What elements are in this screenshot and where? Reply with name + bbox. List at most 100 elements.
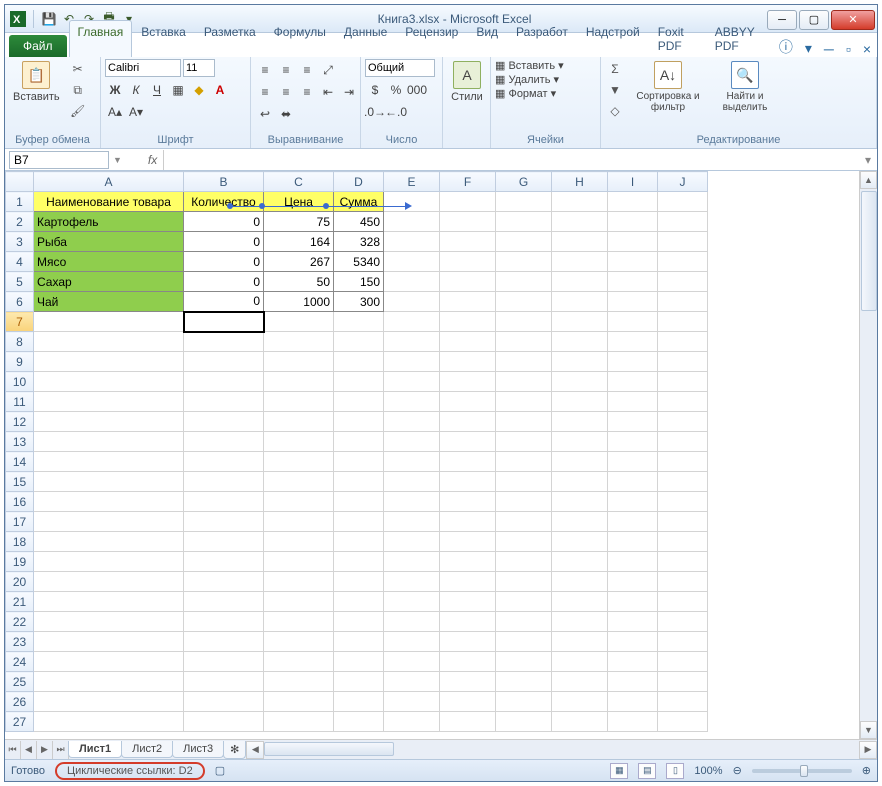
cell[interactable] (552, 432, 608, 452)
column-header[interactable]: E (384, 172, 440, 192)
cell[interactable] (264, 512, 334, 532)
cell[interactable] (384, 612, 440, 632)
cell[interactable]: Сахар (34, 272, 184, 292)
row-header[interactable]: 21 (6, 592, 34, 612)
cell[interactable] (384, 392, 440, 412)
grow-font-icon[interactable]: A▴ (105, 103, 125, 121)
cell[interactable]: 450 (334, 212, 384, 232)
cell[interactable] (334, 552, 384, 572)
cell[interactable] (496, 392, 552, 412)
cell[interactable] (496, 712, 552, 732)
cell[interactable]: Цена (264, 192, 334, 212)
align-top-icon[interactable]: ≡ (255, 61, 275, 79)
sort-filter-button[interactable]: A↓ Сортировка и фильтр (629, 59, 707, 115)
cell[interactable]: 0 (184, 292, 264, 312)
cell[interactable] (264, 392, 334, 412)
font-size-select[interactable] (183, 59, 215, 77)
cell[interactable] (384, 472, 440, 492)
cell[interactable] (608, 572, 658, 592)
cell[interactable] (334, 472, 384, 492)
mdi-close-icon[interactable]: × (857, 41, 877, 57)
cell[interactable] (658, 392, 708, 412)
italic-button[interactable]: К (126, 81, 146, 99)
cell[interactable] (264, 692, 334, 712)
cell[interactable] (608, 292, 658, 312)
cell[interactable] (552, 452, 608, 472)
cell[interactable] (34, 692, 184, 712)
cell[interactable] (184, 492, 264, 512)
cell[interactable] (496, 512, 552, 532)
cell[interactable] (552, 292, 608, 312)
cell[interactable] (440, 632, 496, 652)
cell[interactable]: 164 (264, 232, 334, 252)
cell[interactable] (496, 532, 552, 552)
cell[interactable] (496, 432, 552, 452)
cell[interactable]: 50 (264, 272, 334, 292)
cell[interactable]: 0 (184, 252, 264, 272)
cell[interactable] (440, 572, 496, 592)
ribbon-tab-разработ[interactable]: Разработ (507, 20, 577, 57)
find-select-button[interactable]: 🔍 Найти и выделить (711, 59, 779, 115)
cell[interactable]: Количество (184, 192, 264, 212)
save-icon[interactable]: 💾 (40, 10, 58, 28)
cell[interactable] (608, 432, 658, 452)
orientation-icon[interactable]: ⤢ (318, 61, 338, 79)
merge-icon[interactable]: ⬌ (276, 105, 296, 123)
dec-decimal-icon[interactable]: ←.0 (386, 103, 406, 121)
cell[interactable] (334, 652, 384, 672)
row-header[interactable]: 13 (6, 432, 34, 452)
row-header[interactable]: 6 (6, 292, 34, 312)
cell[interactable] (658, 312, 708, 332)
fill-icon[interactable]: ▼ (605, 80, 625, 100)
cell[interactable] (184, 372, 264, 392)
cell[interactable] (384, 492, 440, 512)
vertical-scrollbar[interactable]: ▲ ▼ (859, 171, 877, 739)
cell[interactable] (264, 652, 334, 672)
sheet-tab[interactable]: Лист1 (68, 741, 122, 758)
column-header[interactable]: I (608, 172, 658, 192)
cell[interactable] (264, 592, 334, 612)
cell[interactable] (608, 352, 658, 372)
cell[interactable] (384, 572, 440, 592)
cell[interactable] (658, 492, 708, 512)
cell[interactable] (658, 292, 708, 312)
cell[interactable] (334, 532, 384, 552)
row-header[interactable]: 19 (6, 552, 34, 572)
cell[interactable] (384, 712, 440, 732)
cell[interactable] (552, 512, 608, 532)
cell[interactable] (184, 532, 264, 552)
scroll-right-icon[interactable]: ▶ (859, 741, 877, 759)
cell[interactable] (184, 592, 264, 612)
cell[interactable] (496, 372, 552, 392)
cell[interactable] (264, 612, 334, 632)
cell[interactable] (184, 672, 264, 692)
cell[interactable] (552, 192, 608, 212)
row-header[interactable]: 2 (6, 212, 34, 232)
cell[interactable] (34, 552, 184, 572)
row-header[interactable]: 8 (6, 332, 34, 352)
cell[interactable] (34, 672, 184, 692)
tab-nav-last-icon[interactable]: ⏭ (53, 741, 69, 759)
ribbon-tab-главная[interactable]: Главная (69, 20, 133, 57)
cell[interactable] (496, 672, 552, 692)
file-tab[interactable]: Файл (9, 35, 67, 57)
cell[interactable] (440, 312, 496, 332)
row-header[interactable]: 12 (6, 412, 34, 432)
ribbon-tab-foxit pdf[interactable]: Foxit PDF (649, 20, 706, 57)
page-layout-view-icon[interactable]: ▤ (638, 763, 656, 779)
cell[interactable]: 5340 (334, 252, 384, 272)
cell[interactable] (34, 532, 184, 552)
row-header[interactable]: 11 (6, 392, 34, 412)
cell[interactable] (384, 532, 440, 552)
cell[interactable] (552, 352, 608, 372)
row-header[interactable]: 7 (6, 312, 34, 332)
cell[interactable] (552, 612, 608, 632)
row-header[interactable]: 17 (6, 512, 34, 532)
cell[interactable] (440, 332, 496, 352)
row-header[interactable]: 24 (6, 652, 34, 672)
horizontal-scrollbar[interactable]: ◀ ▶ (246, 740, 877, 759)
cell[interactable] (496, 232, 552, 252)
cell[interactable] (658, 472, 708, 492)
cell[interactable] (264, 532, 334, 552)
cell[interactable] (496, 492, 552, 512)
